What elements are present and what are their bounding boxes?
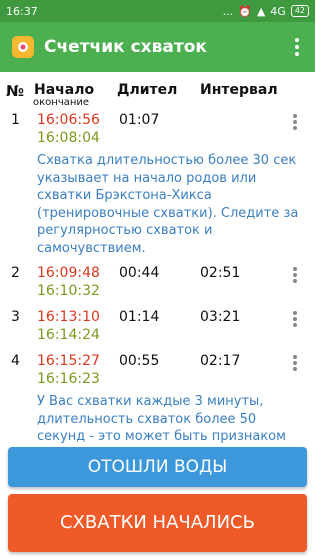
contractions-list[interactable]: 1 16:06:56 16:08:04 01:07 Схватка длител… [0, 110, 315, 446]
row-start-time: 16:15:27 [37, 353, 100, 369]
row-end-time: 16:14:24 [37, 327, 100, 343]
row-end-time: 16:16:23 [37, 371, 100, 387]
battery-icon: 42 [290, 5, 309, 17]
status-bar: 16:37 ... ⏰ ▲ 4G 42 [0, 0, 315, 22]
battery-level: 42 [294, 6, 305, 15]
more-vert-icon[interactable] [289, 33, 305, 61]
signal-icon: ▲ [256, 4, 266, 18]
row-menu-icon[interactable] [290, 311, 300, 327]
table-row[interactable]: 4 16:15:27 16:16:23 00:55 02:17 [0, 351, 315, 389]
row-menu-icon[interactable] [290, 355, 300, 371]
table-row[interactable]: 2 16:09:48 16:10:32 00:44 02:51 [0, 263, 315, 307]
status-dots: ... [222, 4, 234, 18]
row-interval: 03:21 [200, 309, 241, 325]
alarm-off-icon: ⏰ [238, 4, 252, 18]
row-menu-icon[interactable] [290, 267, 300, 283]
row-interval: 02:17 [200, 353, 241, 369]
row-duration: 00:55 [119, 353, 160, 369]
status-time: 16:37 [6, 4, 38, 18]
header-duration: Длител [117, 82, 178, 98]
contractions-started-button[interactable]: СХВАТКИ НАЧАЛИСЬ [8, 494, 307, 552]
row-start-time: 16:09:48 [37, 265, 100, 281]
row-duration: 01:14 [119, 309, 160, 325]
app-title: Счетчик схваток [44, 37, 207, 57]
row-end-time: 16:10:32 [37, 283, 100, 299]
advice-note: Схватка длительностью более 30 сек указы… [37, 153, 299, 256]
row-duration: 01:07 [119, 112, 160, 128]
row-end-time: 16:08:04 [37, 130, 100, 146]
network-type: 4G [270, 4, 286, 18]
advice-note: У Вас схватки каждые 3 минуты, длительно… [37, 394, 286, 444]
row-start-time: 16:13:10 [37, 309, 100, 325]
header-end: окончание [33, 97, 90, 108]
row-menu-icon[interactable] [290, 114, 300, 130]
header-num: № [6, 82, 25, 100]
table-header: № Начало окончание Длител Интервал [0, 78, 315, 110]
app-bar: Счетчик схваток [0, 22, 315, 72]
row-num: 3 [11, 309, 20, 325]
app-logo-icon [12, 36, 34, 58]
row-num: 4 [11, 353, 20, 369]
table-row[interactable]: 1 16:06:56 16:08:04 01:07 [0, 110, 315, 148]
row-duration: 00:44 [119, 265, 160, 281]
header-interval: Интервал [200, 82, 278, 98]
table-row[interactable]: 3 16:13:10 16:14:24 01:14 03:21 [0, 307, 315, 351]
water-broke-button[interactable]: ОТОШЛИ ВОДЫ [8, 447, 307, 487]
status-icons: ... ⏰ ▲ 4G 42 [223, 5, 309, 18]
header-start: Начало [34, 82, 95, 98]
row-num: 1 [11, 112, 20, 128]
row-start-time: 16:06:56 [37, 112, 100, 128]
row-num: 2 [11, 265, 20, 281]
row-interval: 02:51 [200, 265, 241, 281]
